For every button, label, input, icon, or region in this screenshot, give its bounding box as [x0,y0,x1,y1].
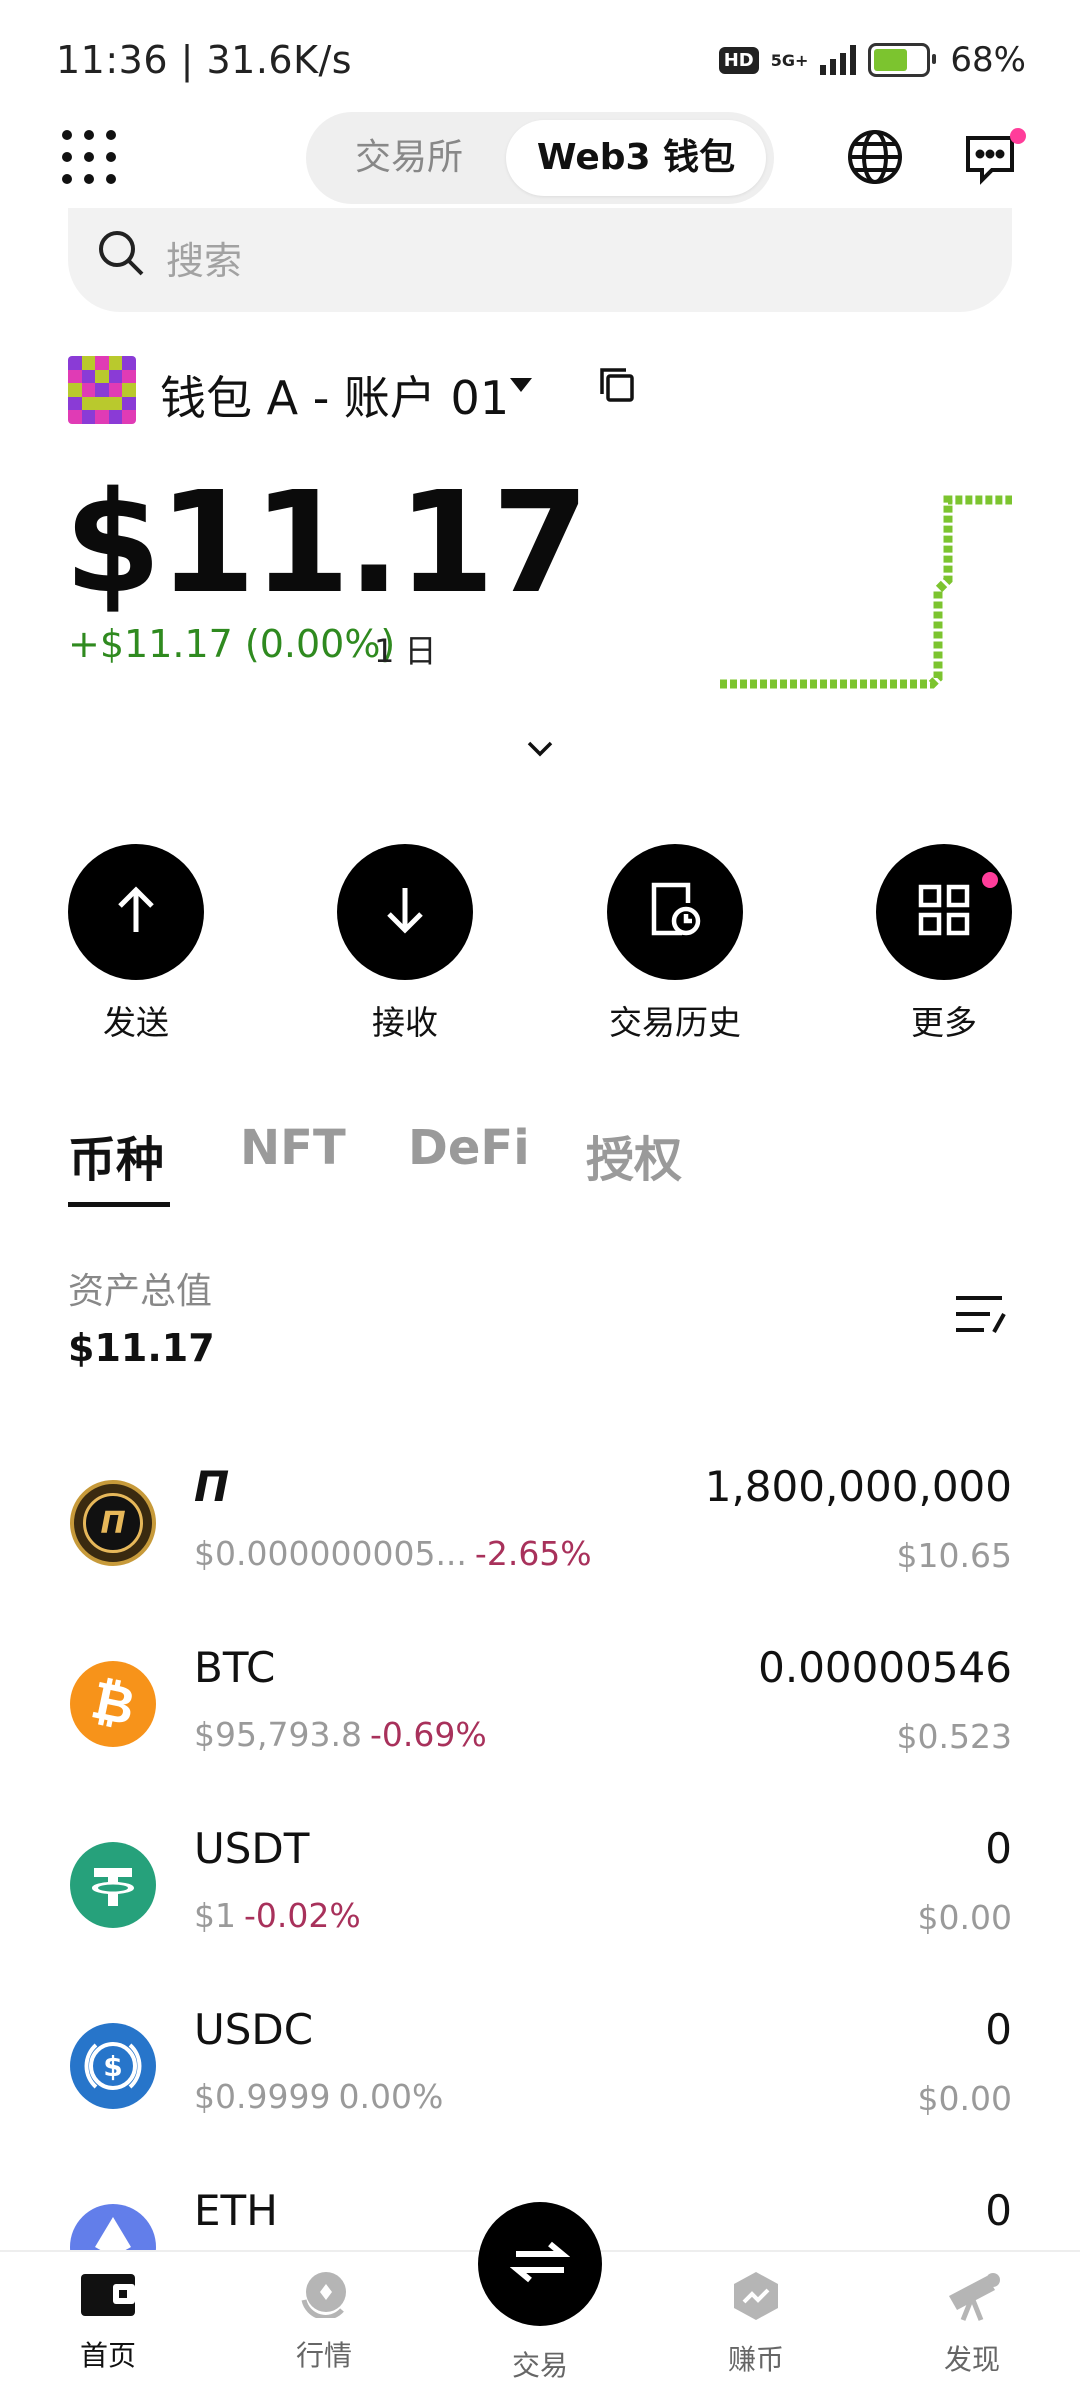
account-name[interactable]: 钱包 A - 账户 01 [160,362,509,428]
arrow-up-icon [112,884,160,940]
tab-exchange[interactable]: 交易所 [316,120,502,196]
tab-tokens[interactable]: 币种 [68,1120,164,1190]
wallet-icon [79,2274,137,2322]
telescope-icon [943,2273,1001,2326]
history-icon [648,881,702,943]
nav-home[interactable]: 首页 [38,2270,178,2374]
send-button[interactable]: 发送 [68,844,204,1044]
send-label: 发送 [103,1003,169,1042]
asset-amount: 0 [985,2186,1012,2235]
svg-text:$: $ [103,2050,122,2083]
tab-web3-wallet[interactable]: Web3 钱包 [506,120,766,196]
asset-row-usdc[interactable]: $ USDC $0.9999 0.00% 0 $0.00 [0,1999,1080,2179]
notification-dot [982,872,998,888]
asset-name: USDC [194,2005,314,2054]
asset-row-btc[interactable]: ₿ BTC $95,793.8 -0.69% 0.00000546 $0.523 [0,1637,1080,1817]
status-time: 11:36 | 31.6K/s [56,38,353,82]
apps-icon [917,883,971,941]
asset-price: $0.000000005... [194,1534,467,1573]
asset-change: -0.02% [244,1896,361,1935]
balance-change: +$11.17 (0.00%) [68,622,396,666]
asset-change: 0.00% [338,2077,444,2116]
asset-amount: 1,800,000,000 [704,1462,1012,1511]
asset-usd-value: $0.00 [917,2079,1012,2118]
arrow-down-icon [381,884,429,940]
total-balance: $11.17 [64,462,589,625]
notification-dot [1010,128,1026,144]
asset-amount: 0 [985,1824,1012,1873]
asset-row-pi[interactable]: Π Π $0.000000005... -2.65% 1,800,000,000 … [0,1456,1080,1636]
receive-label: 接收 [372,1003,438,1042]
total-value-label: 资产总值 [68,1271,213,1312]
status-indicators: HD 5G+ 68% [718,40,1026,80]
tab-approvals[interactable]: 授权 [586,1120,682,1190]
usdc-icon: $ [70,2023,156,2109]
more-button[interactable]: 更多 [876,844,1012,1044]
app-grid-button[interactable] [62,130,116,184]
asset-name: ETH [194,2186,278,2235]
swap-icon [509,2238,571,2290]
history-label: 交易历史 [609,1003,741,1042]
nav-market-label: 行情 [295,2339,352,2372]
globe-icon[interactable] [846,128,904,190]
message-icon[interactable] [962,128,1026,194]
asset-price: $0.9999 [194,2077,331,2116]
receive-button[interactable]: 接收 [337,844,473,1044]
copy-icon[interactable] [598,366,636,408]
earn-icon [730,2272,782,2326]
nav-home-label: 首页 [79,2339,136,2372]
wallet-avatar[interactable] [68,356,136,424]
asset-amount: 0.00000546 [758,1643,1012,1692]
asset-name: Π [194,1462,230,1511]
chevron-down-icon[interactable] [526,740,554,762]
asset-usd-value: $10.65 [896,1536,1012,1575]
asset-change: -2.65% [474,1534,592,1573]
active-tab-indicator [68,1202,170,1207]
asset-usd-value: $0.523 [896,1717,1012,1756]
asset-price: $95,793.8 [194,1715,362,1754]
asset-name: BTC [194,1643,276,1692]
asset-row-usdt[interactable]: USDT $1 -0.02% 0 $0.00 [0,1818,1080,1998]
trade-button[interactable] [478,2202,602,2326]
asset-price-line: $0.000000005... -2.65% [194,1534,592,1573]
balance-period[interactable]: 1 日 [374,626,437,672]
sort-filter-icon[interactable] [952,1292,1006,1340]
more-label: 更多 [911,1003,977,1042]
asset-usd-value: $0.00 [917,1898,1012,1937]
nav-market[interactable]: 行情 [254,2270,394,2374]
tab-defi[interactable]: DeFi [408,1120,530,1176]
asset-price-line: $0.9999 0.00% [194,2077,443,2116]
asset-name: USDT [194,1824,310,1873]
signal-icon [820,45,857,75]
search-input[interactable]: 搜索 [166,230,242,285]
account-dropdown-icon[interactable] [508,376,534,398]
tab-nft[interactable]: NFT [240,1120,346,1176]
asset-change: -0.69% [369,1715,487,1754]
pi-coin-icon: Π [70,1480,156,1566]
history-button[interactable]: 交易历史 [607,844,743,1044]
asset-price-line: $95,793.8 -0.69% [194,1715,487,1754]
balance-sparkline [716,494,1016,698]
asset-price-line: $1 -0.02% [194,1896,361,1935]
nav-discover-label: 发现 [943,2343,1000,2376]
nav-trade-label[interactable]: 交易 [478,2344,602,2384]
nav-earn[interactable]: 赚币 [686,2270,826,2378]
asset-price: $1 [194,1896,236,1935]
tether-icon [70,1842,156,1928]
battery-icon [868,43,937,77]
asset-amount: 0 [985,2005,1012,2054]
market-icon [298,2272,350,2322]
mode-switch: 交易所 Web3 钱包 [306,112,774,204]
battery-percent: 68% [950,40,1026,80]
search-icon [96,228,146,282]
nav-earn-label: 赚币 [727,2343,784,2376]
total-value: $11.17 [68,1326,215,1370]
ethereum-icon [70,2204,156,2250]
bitcoin-icon: ₿ [70,1661,156,1747]
hd-badge: HD [718,46,759,74]
network-type: 5G+ [770,50,809,70]
nav-discover[interactable]: 发现 [902,2270,1042,2378]
